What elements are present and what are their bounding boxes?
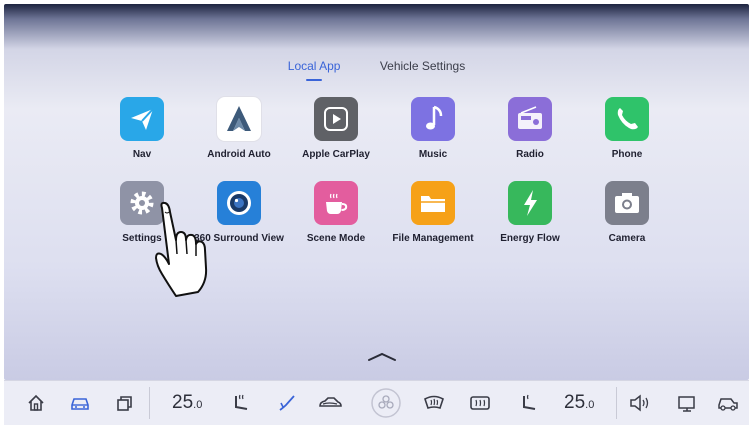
app-launcher-screen: Local App Vehicle Settings Nav Android A… [4, 4, 749, 380]
app-camera[interactable]: Camera [572, 181, 682, 245]
app-label: Apple CarPlay [302, 149, 370, 160]
temp-value: 25 [564, 392, 586, 413]
music-note-icon [411, 97, 455, 141]
seat-heat-icon[interactable] [230, 391, 252, 415]
app-label: File Management [392, 233, 474, 244]
fan-icon[interactable] [370, 387, 402, 419]
bottom-control-bar: 25.0 25.0 [4, 380, 749, 425]
app-label: Nav [132, 149, 152, 160]
rear-defrost-icon[interactable] [468, 391, 492, 415]
app-apple-carplay[interactable]: Apple CarPlay [281, 97, 391, 161]
android-auto-icon [217, 97, 261, 141]
app-phone[interactable]: Phone [572, 97, 682, 161]
app-label: Scene Mode [306, 233, 366, 244]
seat-icon[interactable] [518, 391, 540, 415]
pointing-hand-icon [150, 200, 240, 302]
tab-bar: Local App Vehicle Settings [4, 59, 749, 81]
radio-icon [508, 97, 552, 141]
volume-icon[interactable] [628, 391, 654, 415]
right-temperature[interactable]: 25.0 [564, 392, 594, 414]
chevron-up-icon[interactable] [367, 349, 397, 363]
app-label: Phone [611, 149, 643, 160]
app-nav[interactable]: Nav [87, 97, 197, 161]
app-label: Camera [608, 233, 646, 244]
screen-icon[interactable] [676, 391, 698, 415]
divider [149, 387, 150, 419]
folder-icon [411, 181, 455, 225]
navigation-arrow-icon [120, 97, 164, 141]
car-icon[interactable] [68, 391, 92, 415]
temp-value: 25 [172, 392, 194, 413]
car-air-icon[interactable] [317, 391, 343, 415]
car-settings-icon[interactable] [716, 391, 740, 415]
wiper-icon[interactable] [276, 391, 298, 415]
app-label: Android Auto [207, 149, 271, 160]
app-label: Music [418, 149, 448, 160]
app-music[interactable]: Music [378, 97, 488, 161]
windows-icon[interactable] [114, 391, 134, 415]
left-temperature[interactable]: 25.0 [172, 392, 202, 414]
home-icon[interactable] [26, 391, 46, 415]
app-energy-flow[interactable]: Energy Flow [475, 181, 585, 245]
app-file-management[interactable]: File Management [378, 181, 488, 245]
carplay-icon [314, 97, 358, 141]
app-scene-mode[interactable]: Scene Mode [281, 181, 391, 245]
coffee-cup-icon [314, 181, 358, 225]
app-android-auto[interactable]: Android Auto [184, 97, 294, 161]
phone-icon [605, 97, 649, 141]
app-radio[interactable]: Radio [475, 97, 585, 161]
tab-vehicle-settings[interactable]: Vehicle Settings [380, 59, 465, 73]
lightning-icon [508, 181, 552, 225]
front-defrost-icon[interactable] [422, 391, 446, 415]
temp-decimal: .0 [193, 399, 203, 411]
camera-icon [605, 181, 649, 225]
tab-local-app[interactable]: Local App [288, 59, 340, 81]
temp-decimal: .0 [585, 399, 595, 411]
app-label: Energy Flow [500, 233, 560, 244]
divider [616, 387, 617, 419]
app-label: Radio [516, 149, 544, 160]
